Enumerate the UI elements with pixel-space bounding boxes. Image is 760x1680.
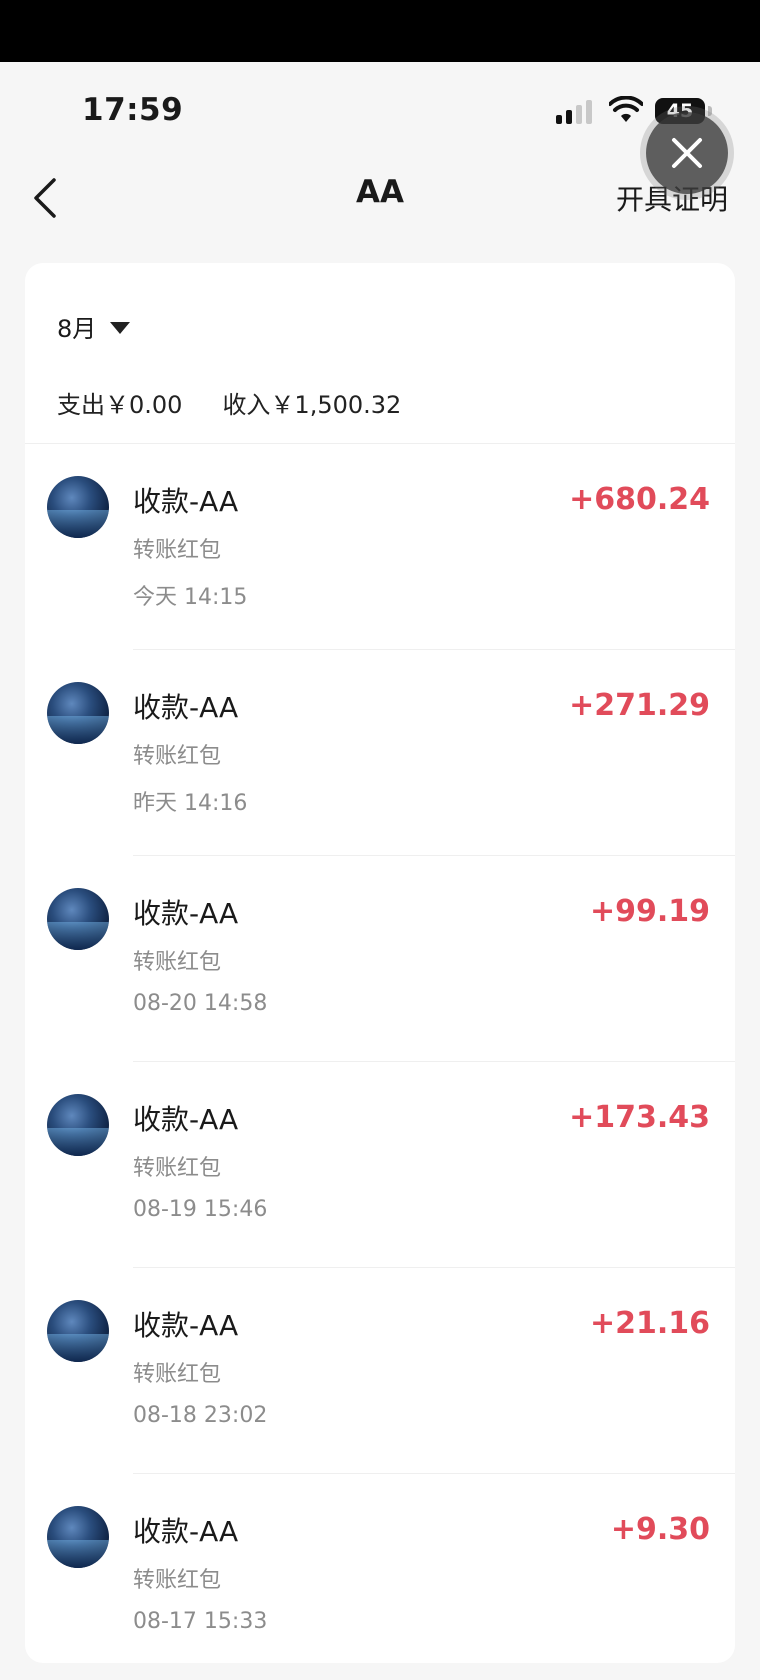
transaction-amount: +9.30 bbox=[610, 1512, 710, 1547]
transaction-time: 08-18 23:02 bbox=[133, 1403, 268, 1428]
close-icon bbox=[672, 138, 702, 168]
month-label: 8月 bbox=[57, 315, 97, 343]
transaction-amount: +680.24 bbox=[569, 482, 710, 517]
avatar bbox=[47, 1094, 109, 1156]
expense-total: 支出￥0.00 bbox=[57, 391, 183, 419]
avatar bbox=[47, 1300, 109, 1362]
wifi-icon bbox=[609, 96, 643, 122]
cellular-signal-icon bbox=[556, 100, 594, 124]
transaction-amount: +271.29 bbox=[569, 688, 710, 723]
avatar bbox=[47, 888, 109, 950]
summary-row: 支出￥0.00 收入￥1,500.32 bbox=[57, 385, 401, 420]
transaction-name: 收款-AA bbox=[133, 897, 239, 930]
income-total: 收入￥1,500.32 bbox=[222, 391, 402, 419]
transaction-kind: 转账红包 bbox=[133, 1362, 222, 1387]
transaction-name: 收款-AA bbox=[133, 485, 239, 518]
month-selector[interactable]: 8月 bbox=[57, 309, 131, 344]
transaction-list: 收款-AA 转账红包 今天 14:15 +680.24 收款-AA 转账红包 昨… bbox=[25, 444, 735, 1680]
transaction-kind: 转账红包 bbox=[133, 950, 222, 975]
transaction-kind: 转账红包 bbox=[133, 744, 222, 769]
transaction-row[interactable]: 收款-AA 转账红包 08-17 15:33 +9.30 bbox=[25, 1474, 735, 1680]
transaction-kind: 转账红包 bbox=[133, 538, 222, 563]
chevron-left-icon bbox=[34, 178, 56, 218]
transaction-row[interactable]: 收款-AA 转账红包 今天 14:15 +680.24 bbox=[25, 444, 735, 650]
transaction-amount: +99.19 bbox=[589, 894, 710, 929]
status-time: 17:59 bbox=[82, 92, 184, 128]
transaction-name: 收款-AA bbox=[133, 691, 239, 724]
transaction-amount: +173.43 bbox=[569, 1100, 710, 1135]
transaction-time: 08-20 14:58 bbox=[133, 991, 268, 1016]
avatar bbox=[47, 1506, 109, 1568]
caret-down-icon bbox=[110, 321, 131, 334]
transaction-time: 昨天 14:16 bbox=[133, 791, 248, 816]
close-button[interactable] bbox=[646, 112, 728, 194]
transaction-row[interactable]: 收款-AA 转账红包 08-18 23:02 +21.16 bbox=[25, 1268, 735, 1474]
transaction-name: 收款-AA bbox=[133, 1103, 239, 1136]
transaction-row[interactable]: 收款-AA 转账红包 08-19 15:46 +173.43 bbox=[25, 1062, 735, 1268]
transaction-name: 收款-AA bbox=[133, 1515, 239, 1548]
avatar bbox=[47, 682, 109, 744]
back-button[interactable] bbox=[26, 170, 66, 226]
transaction-time: 08-19 15:46 bbox=[133, 1197, 268, 1222]
transaction-name: 收款-AA bbox=[133, 1309, 239, 1342]
transaction-kind: 转账红包 bbox=[133, 1156, 222, 1181]
transaction-time: 今天 14:15 bbox=[133, 585, 248, 610]
transaction-row[interactable]: 收款-AA 转账红包 08-20 14:58 +99.19 bbox=[25, 856, 735, 1062]
top-black-bar bbox=[0, 0, 760, 62]
transaction-amount: +21.16 bbox=[589, 1306, 710, 1341]
transaction-row[interactable]: 收款-AA 转账红包 昨天 14:16 +271.29 bbox=[25, 650, 735, 856]
transaction-time: 08-17 15:33 bbox=[133, 1609, 268, 1634]
transaction-kind: 转账红包 bbox=[133, 1568, 222, 1593]
bill-card: 8月 支出￥0.00 收入￥1,500.32 收款-AA 转账红包 今天 14:1… bbox=[25, 263, 735, 1663]
avatar bbox=[47, 476, 109, 538]
